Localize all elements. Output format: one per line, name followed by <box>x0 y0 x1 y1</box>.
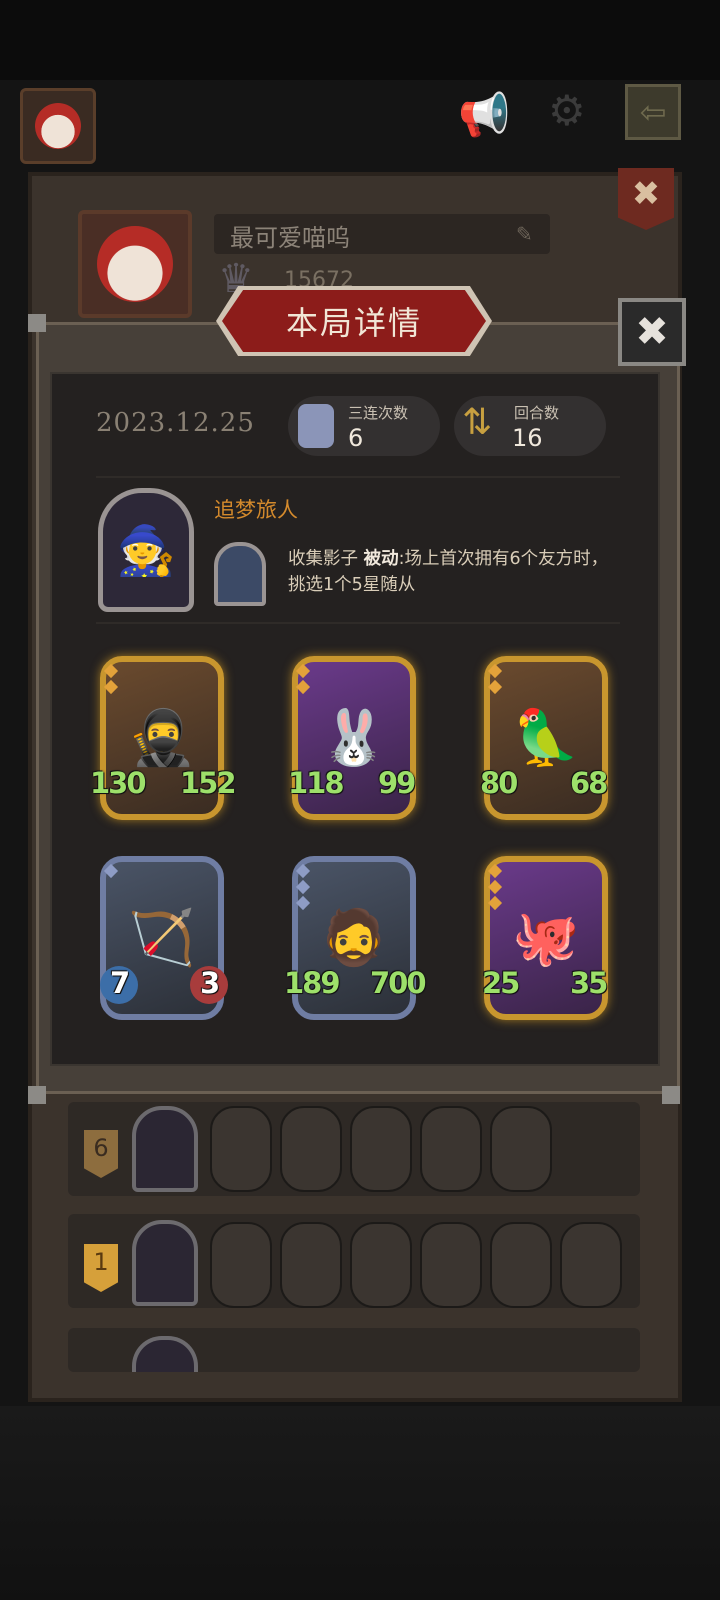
history-minion <box>280 1106 342 1192</box>
history-minion <box>210 1106 272 1192</box>
rank-badge: 6 <box>84 1130 118 1178</box>
profile-close-button[interactable]: ✖ <box>618 168 674 230</box>
player-avatar-button[interactable] <box>20 88 96 164</box>
triple-icon <box>298 404 334 448</box>
turns-label: 回合数 <box>514 404 560 422</box>
rank-badge: 1 <box>84 1244 118 1292</box>
exit-icon: ⇦ <box>639 93 667 131</box>
divider <box>96 622 620 624</box>
history-minion <box>280 1222 342 1308</box>
history-minion <box>490 1222 552 1308</box>
profile-avatar[interactable] <box>78 210 192 318</box>
avatar-icon <box>35 103 81 149</box>
history-minion <box>210 1222 272 1308</box>
skill-description: 收集影子 被动:场上首次拥有6个友方时，挑选1个5星随从 <box>288 546 618 598</box>
announcement-icon[interactable]: 📢 <box>458 94 510 136</box>
avatar-icon <box>97 226 173 302</box>
turns-value: 16 <box>512 424 543 452</box>
attack-value: 25 <box>482 966 520 1000</box>
attack-value: 189 <box>284 966 341 1000</box>
skill-icon[interactable] <box>214 542 266 606</box>
attack-value: 118 <box>288 766 345 800</box>
exit-button[interactable]: ⇦ <box>625 84 681 140</box>
history-minion <box>490 1106 552 1192</box>
divider <box>96 476 620 478</box>
skill-name: 收集影子 <box>288 549 358 569</box>
health-value: 35 <box>570 966 608 1000</box>
health-value: 68 <box>570 766 608 800</box>
player-name: 最可爱喵呜 <box>230 224 350 252</box>
turns-icon: ⇅ <box>462 402 493 443</box>
modal-title: 本局详情 <box>285 304 422 342</box>
attack-value: 130 <box>90 766 147 800</box>
triples-value: 6 <box>348 424 364 452</box>
attack-value: 7 <box>110 966 130 1000</box>
health-value: 700 <box>370 966 427 1000</box>
close-icon: ✖ <box>635 309 669 355</box>
skill-type: 被动 <box>363 549 399 569</box>
corner-ornament <box>28 314 46 332</box>
health-value: 99 <box>378 766 416 800</box>
corner-ornament <box>28 1086 46 1104</box>
history-minion <box>350 1106 412 1192</box>
history-minion <box>560 1222 622 1308</box>
history-minion <box>420 1106 482 1192</box>
background <box>0 1406 720 1600</box>
corner-ornament <box>662 1086 680 1104</box>
close-icon: ✖ <box>631 174 661 214</box>
hero-portrait[interactable]: 🧙 <box>98 488 194 612</box>
health-value: 3 <box>200 966 220 1000</box>
hero-name: 追梦旅人 <box>214 498 298 522</box>
shadow-hero-icon: 🧙 <box>116 522 176 579</box>
health-value: 152 <box>180 766 237 800</box>
history-hero <box>132 1220 198 1306</box>
attack-value: 80 <box>480 766 518 800</box>
top-bar <box>0 0 720 80</box>
gear-icon[interactable]: ⚙ <box>548 90 586 132</box>
modal-close-button[interactable]: ✖ <box>618 298 686 366</box>
history-hero <box>132 1106 198 1192</box>
edit-pencil-icon[interactable]: ✎ <box>516 222 533 246</box>
history-minion <box>420 1222 482 1308</box>
match-date: 2023.12.25 <box>96 408 255 438</box>
triples-label: 三连次数 <box>348 404 409 422</box>
history-minion <box>350 1222 412 1308</box>
